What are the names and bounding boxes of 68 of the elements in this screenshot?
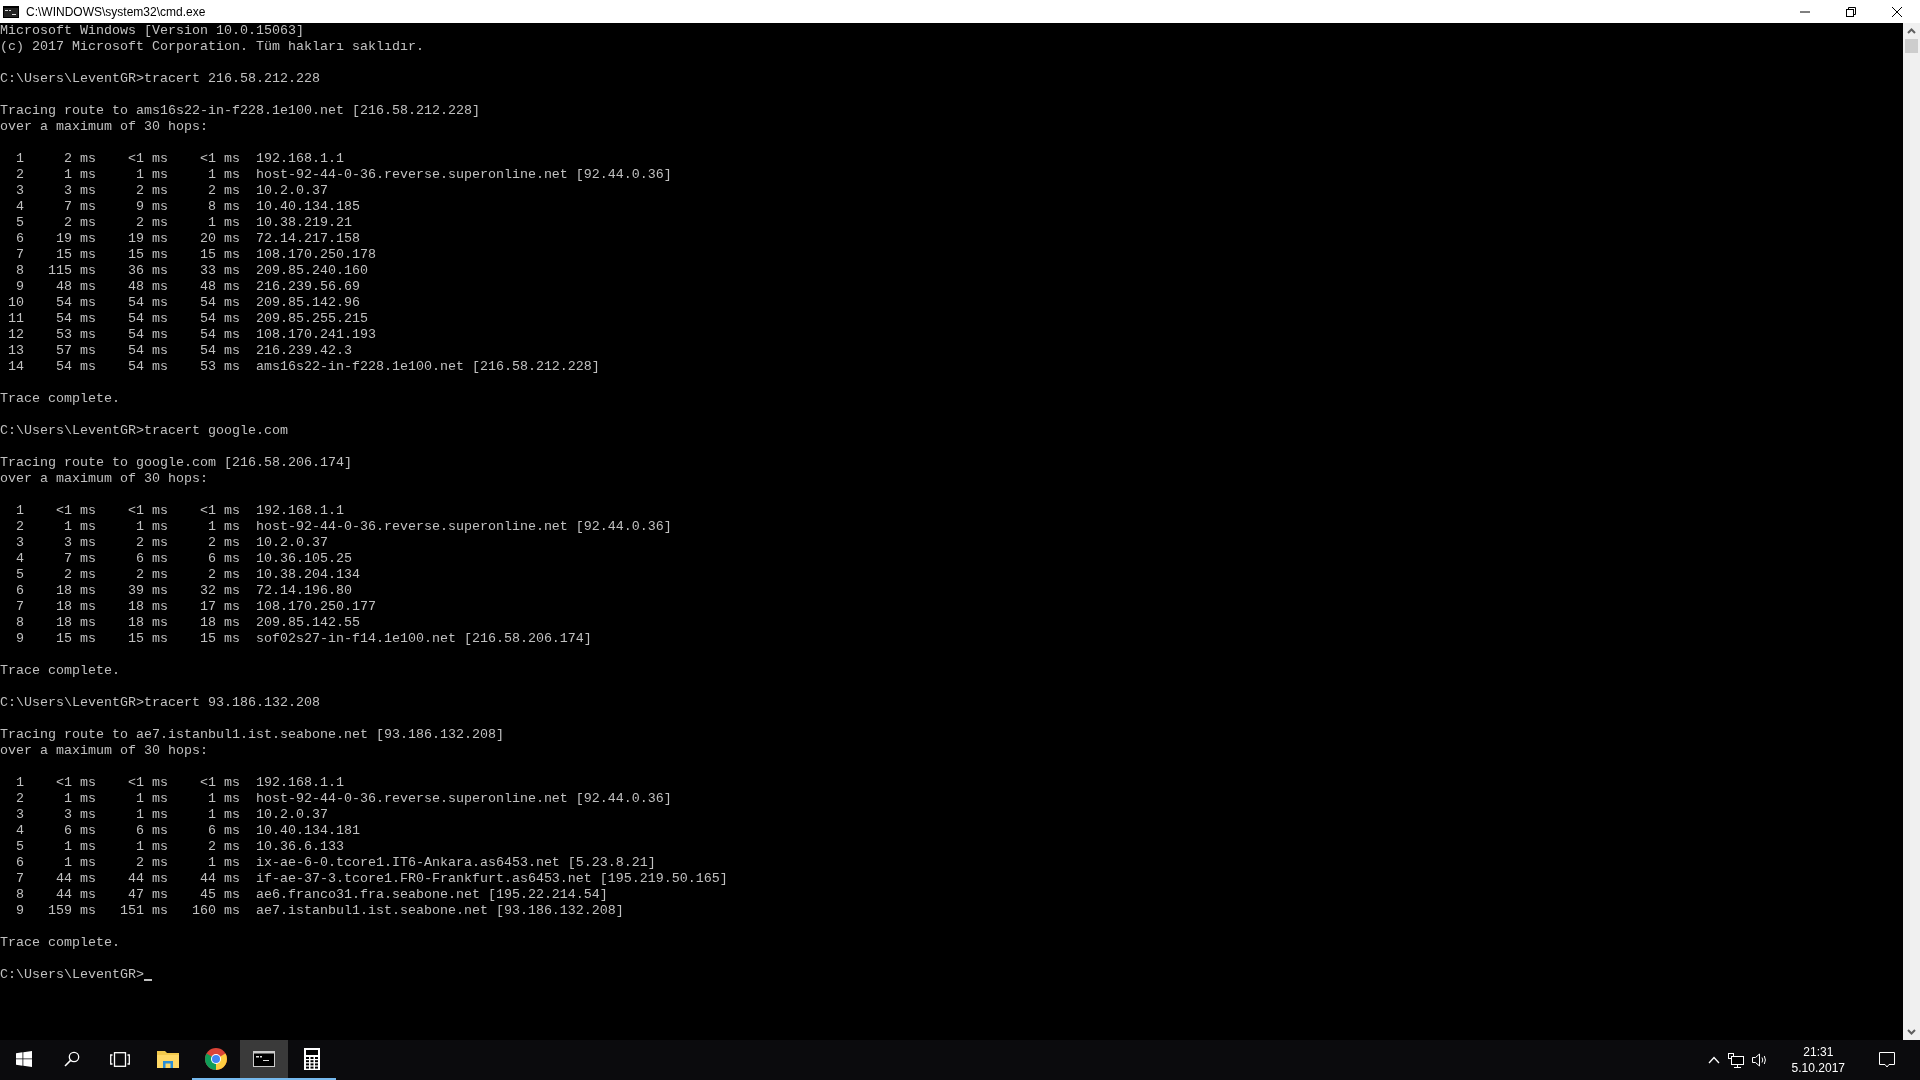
console-icon	[253, 1051, 275, 1067]
console-line: 3 3 ms 2 ms 2 ms 10.2.0.37	[15, 535, 328, 551]
console-line: 12 53 ms 54 ms 54 ms 108.170.241.193	[7, 327, 376, 343]
taskbar-button[interactable]	[240, 1040, 288, 1080]
console-line: 1 2 ms <1 ms <1 ms 192.168.1.1	[15, 151, 344, 167]
console-line: 1 <1 ms <1 ms <1 ms 192.168.1.1	[15, 775, 344, 791]
scroll-thumb[interactable]	[1905, 39, 1918, 53]
console-line: (c) 2017 Microsoft Corporation. Tüm hakları saklıdır.	[0, 39, 424, 55]
console-line: 8 18 ms 18 ms 18 ms 209.85.142.55	[15, 615, 360, 631]
console-line: 14 54 ms 54 ms 53 ms ams16s22-in-f228.1e100.net [216.58.212.228]	[7, 359, 600, 375]
console-line: 2 1 ms 1 ms 1 ms host-92-44-0-36.reverse.superonline.net [92.44.0.36]	[15, 791, 672, 807]
folder-icon	[157, 1050, 179, 1068]
console-line: 5 2 ms 2 ms 1 ms 10.38.219.21	[15, 215, 352, 231]
console-line: 9 48 ms 48 ms 48 ms 216.239.56.69	[15, 279, 360, 295]
console-line: 6 1 ms 2 ms 1 ms ix-ae-6-0.tcore1.IT6-Ankara.as6453.net [5.23.8.21]	[15, 855, 656, 871]
chevron-up-icon[interactable]	[1707, 1056, 1720, 1064]
console-line: over a maximum of 30 hops:	[0, 743, 208, 759]
console-line: 6 18 ms 39 ms 32 ms 72.14.196.80	[15, 583, 352, 599]
console-line: 2 1 ms 1 ms 1 ms host-92-44-0-36.reverse.superonline.net [92.44.0.36]	[15, 167, 672, 183]
console-line: 11 54 ms 54 ms 54 ms 209.85.255.215	[7, 311, 368, 327]
console-line: 2 1 ms 1 ms 1 ms host-92-44-0-36.reverse.superonline.net [92.44.0.36]	[15, 519, 672, 535]
console-line: 7 18 ms 18 ms 17 ms 108.170.250.177	[15, 599, 376, 615]
console-line: Tracing route to ams16s22-in-f228.1e100.net [216.58.212.228]	[0, 103, 480, 119]
console-line: 5 2 ms 2 ms 2 ms 10.38.204.134	[15, 567, 360, 583]
clock-time[interactable]: 21:31	[1803, 1044, 1834, 1060]
scroll-down-icon[interactable]	[1907, 1029, 1916, 1035]
console-icon	[3, 5, 19, 18]
console-line: over a maximum of 30 hops:	[0, 119, 208, 135]
scrollbar[interactable]	[1903, 23, 1920, 1040]
task-view-icon	[110, 1051, 130, 1067]
console-line: 4 7 ms 9 ms 8 ms 10.40.134.185	[15, 199, 360, 215]
console-line: Trace complete.	[0, 663, 120, 679]
console-line: 7 44 ms 44 ms 44 ms if-ae-37-3.tcore1.FR0-Frankfurt.as6453.net [195.219.50.165]	[15, 871, 728, 887]
console-line: C:\Users\LeventGR>tracert google.com	[0, 423, 288, 439]
console-line: 4 6 ms 6 ms 6 ms 10.40.134.181	[15, 823, 360, 839]
command-prompt: C:\Users\LeventGR>	[0, 967, 144, 983]
console-line: 13 57 ms 54 ms 54 ms 216.239.42.3	[7, 343, 352, 359]
console-line: 8 44 ms 47 ms 45 ms ae6.franco31.fra.seabone.net [195.22.214.54]	[15, 887, 608, 903]
console-line: 3 3 ms 1 ms 1 ms 10.2.0.37	[15, 807, 328, 823]
console-line: 8 115 ms 36 ms 33 ms 209.85.240.160	[15, 263, 368, 279]
console-line: Tracing route to google.com [216.58.206.174]	[0, 455, 352, 471]
windows-logo-icon	[16, 1051, 32, 1067]
console-line: 7 15 ms 15 ms 15 ms 108.170.250.178	[15, 247, 376, 263]
restore-icon	[1846, 6, 1856, 17]
console-line: 1 <1 ms <1 ms <1 ms 192.168.1.1	[15, 503, 344, 519]
close-icon	[1892, 6, 1902, 17]
console-line: Trace complete.	[0, 935, 120, 951]
console-line: 5 1 ms 1 ms 2 ms 10.36.6.133	[15, 839, 344, 855]
calculator-icon	[304, 1048, 320, 1070]
console-line: Trace complete.	[0, 391, 120, 407]
console-line: 9 159 ms 151 ms 160 ms ae7.istanbul1.ist.seabone.net [93.186.132.208]	[15, 903, 624, 919]
volume-icon[interactable]	[1751, 1053, 1768, 1067]
console-line: 9 15 ms 15 ms 15 ms sof02s27-in-f14.1e100.net [216.58.206.174]	[15, 631, 592, 647]
search-icon	[64, 1051, 80, 1067]
notifications-icon[interactable]	[1879, 1052, 1895, 1068]
window-title: C:\WINDOWS\system32\cmd.exe	[26, 4, 206, 19]
console-line: C:\Users\LeventGR>tracert 216.58.212.228	[0, 71, 320, 87]
console-line: C:\Users\LeventGR>tracert 93.186.132.208	[0, 695, 320, 711]
console-line: Tracing route to ae7.istanbul1.ist.seabone.net [93.186.132.208]	[0, 727, 504, 743]
console-line: 10 54 ms 54 ms 54 ms 209.85.142.96	[7, 295, 360, 311]
clock-date[interactable]: 5.10.2017	[1791, 1060, 1845, 1076]
browser-icon	[205, 1048, 227, 1070]
scroll-up-icon[interactable]	[1907, 28, 1916, 34]
console-line: 3 3 ms 2 ms 2 ms 10.2.0.37	[15, 183, 328, 199]
console-line: 6 19 ms 19 ms 20 ms 72.14.217.158	[15, 231, 360, 247]
console-line: over a maximum of 30 hops:	[0, 471, 208, 487]
console-line: 4 7 ms 6 ms 6 ms 10.36.105.25	[15, 551, 352, 567]
console-line: Microsoft Windows [Version 10.0.15063]	[0, 23, 304, 39]
